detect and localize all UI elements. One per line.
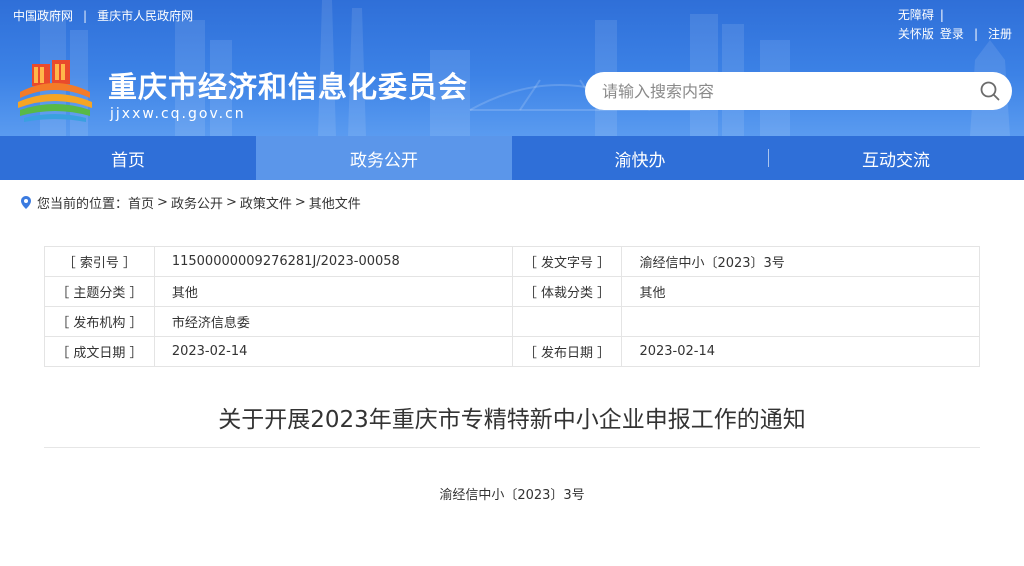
publish-date-label: ［ 发布日期 ］ <box>511 336 623 367</box>
site-header: 中国政府网 | 重庆市人民政府网 无障碍 | 关怀版 登录 | 注册 重庆市经济… <box>0 0 1024 136</box>
main-nav: 首页 政务公开 渝快办 互动交流 <box>0 136 1024 180</box>
breadcrumb-prefix: 您当前的位置： <box>37 196 129 212</box>
divider: | <box>973 27 978 41</box>
breadcrumb: 您当前的位置： 首页 > 政务公开 > 政策文件 > 其他文件 <box>0 180 1024 224</box>
genre-value: 其他 <box>621 276 980 307</box>
index-no-value: 11500000009276281J/2023-00058 <box>153 246 513 277</box>
breadcrumb-gov-affairs[interactable]: 政务公开 <box>171 193 223 212</box>
topic-label: ［ 主题分类 ］ <box>44 276 155 307</box>
publish-date-value: 2023-02-14 <box>621 336 980 367</box>
top-right-links: 无障碍 | 关怀版 登录 | 注册 <box>898 6 1012 44</box>
issuer-value: 市经济信息委 <box>153 306 513 337</box>
document-number: 渝经信中小〔2023〕3号 <box>439 488 585 503</box>
top-links: 中国政府网 | 重庆市人民政府网 <box>13 7 193 24</box>
written-date-value: 2023-02-14 <box>153 336 513 367</box>
table-row: ［ 索引号 ］ 11500000009276281J/2023-00058 ［ … <box>44 246 980 277</box>
breadcrumb-separator: > <box>225 194 237 210</box>
search-input[interactable] <box>585 72 968 110</box>
site-domain: jjxxw.cq.gov.cn <box>110 106 246 122</box>
topic-value: 其他 <box>153 276 513 307</box>
nav-item-interaction[interactable]: 互动交流 <box>768 136 1024 180</box>
login-link[interactable]: 登录 <box>940 25 964 44</box>
location-pin-icon <box>21 195 31 209</box>
search-button[interactable] <box>968 72 1012 110</box>
link-central-gov[interactable]: 中国政府网 <box>13 7 73 24</box>
doc-no-value: 渝经信中小〔2023〕3号 <box>621 246 980 277</box>
table-row: ［ 主题分类 ］ 其他 ［ 体裁分类 ］ 其他 <box>44 276 980 307</box>
breadcrumb-other-docs[interactable]: 其他文件 <box>309 193 361 212</box>
site-title: 重庆市经济和信息化委员会 <box>108 70 469 104</box>
breadcrumb-policy-docs[interactable]: 政策文件 <box>240 193 292 212</box>
breadcrumb-separator: > <box>157 194 168 210</box>
search-icon <box>980 81 1000 101</box>
index-no-label: ［ 索引号 ］ <box>44 246 155 277</box>
register-link[interactable]: 注册 <box>988 25 1012 44</box>
elder-mode-link[interactable]: 关怀版 <box>898 25 934 44</box>
nav-item-yukuaiban[interactable]: 渝快办 <box>512 136 768 180</box>
link-chongqing-gov[interactable]: 重庆市人民政府网 <box>97 7 193 24</box>
empty-cell <box>511 306 623 337</box>
breadcrumb-home[interactable]: 首页 <box>128 193 154 212</box>
written-date-label: ［ 成文日期 ］ <box>44 336 155 367</box>
nav-item-home[interactable]: 首页 <box>0 136 256 180</box>
document-metadata-table: ［ 索引号 ］ 11500000009276281J/2023-00058 ［ … <box>44 246 980 367</box>
document-title: 关于开展2023年重庆市专精特新中小企业申报工作的通知 <box>218 407 806 433</box>
table-row: ［ 发布机构 ］ 市经济信息委 <box>44 306 980 337</box>
site-logo[interactable] <box>14 58 96 124</box>
table-row: ［ 成文日期 ］ 2023-02-14 ［ 发布日期 ］ 2023-02-14 <box>44 336 980 367</box>
empty-cell <box>621 306 980 337</box>
genre-label: ［ 体裁分类 ］ <box>511 276 623 307</box>
search-box <box>585 72 1012 110</box>
title-divider <box>44 447 980 448</box>
nav-item-gov-affairs[interactable]: 政务公开 <box>256 136 512 180</box>
divider: | <box>83 8 88 23</box>
doc-no-label: ［ 发文字号 ］ <box>511 246 623 277</box>
breadcrumb-separator: > <box>294 194 306 210</box>
accessibility-link[interactable]: 无障碍 <box>898 6 934 25</box>
divider: | <box>939 8 944 22</box>
issuer-label: ［ 发布机构 ］ <box>44 306 155 337</box>
